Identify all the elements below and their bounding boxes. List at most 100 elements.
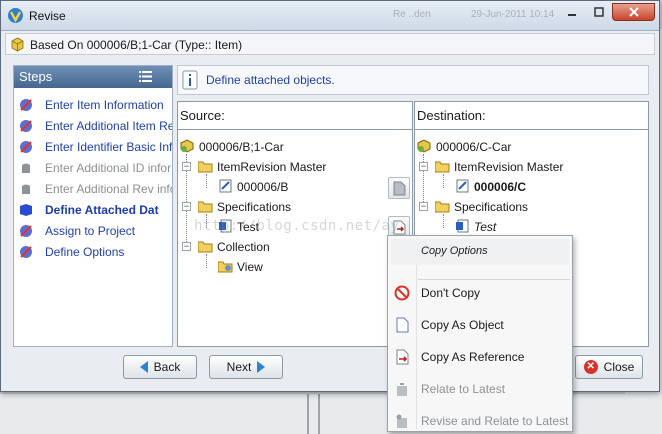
based-on-label: Based On 000006/B;1-Car (Type:: Item) — [30, 38, 243, 52]
step-label: Enter Item Information — [45, 98, 164, 112]
close-circle-icon: ✕ — [583, 360, 598, 374]
step-disabled-icon — [22, 163, 30, 173]
collapse-toggle[interactable]: − — [419, 162, 428, 171]
source-header: Source: — [178, 102, 412, 130]
step-enter-identifier-basic-info[interactable]: Enter Identifier Basic Info — [14, 136, 172, 157]
node-label: Test — [237, 220, 260, 234]
menu-header: Copy Options — [391, 239, 569, 265]
menu-item-copy-as-object[interactable]: Copy As Object — [391, 312, 569, 338]
node-label: 000006/C-Car — [436, 140, 512, 154]
info-icon — [182, 70, 198, 90]
close-label: Close — [603, 360, 635, 374]
back-button[interactable]: Back — [123, 355, 197, 379]
menu-item-label: Revise and Relate to Latest — [421, 414, 569, 428]
teamcenter-app-icon — [8, 8, 23, 23]
document-icon — [393, 181, 406, 196]
folder-icon — [435, 201, 450, 213]
menu-item-label: Copy As Reference — [421, 350, 525, 364]
no-entry-icon — [394, 285, 410, 301]
reference-arrow-icon — [396, 349, 409, 365]
menu-item-label: Don't Copy — [421, 286, 480, 300]
minimize-icon — [567, 14, 576, 16]
item-revision-icon — [417, 139, 431, 153]
info-bar: Define attached objects. — [177, 65, 649, 95]
window-close-button[interactable] — [612, 3, 655, 21]
step-enter-item-info[interactable]: Enter Item Information — [14, 94, 172, 115]
background-divider — [318, 394, 320, 434]
revise-relate-icon — [396, 414, 407, 428]
step-define-attached-data[interactable]: Define Attached Dat — [14, 199, 172, 220]
steps-header: Steps — [14, 66, 172, 88]
destination-header: Destination: — [415, 102, 648, 130]
steps-title: Steps — [19, 69, 53, 84]
word-doc-icon — [219, 219, 232, 233]
folder-icon — [435, 161, 450, 173]
step-label: Define Attached Dat — [45, 203, 159, 217]
node-label: Test — [474, 220, 497, 234]
step-done-icon — [20, 120, 32, 132]
back-arrow-icon — [139, 361, 148, 373]
step-label: Enter Identifier Basic Info — [45, 140, 172, 154]
tree-connector — [206, 174, 207, 188]
tree-connector — [206, 214, 207, 228]
menu-item-label: Relate to Latest — [421, 382, 506, 396]
next-label: Next — [226, 360, 252, 374]
close-button[interactable]: ✕ Close — [575, 355, 643, 379]
minimize-button[interactable] — [558, 3, 585, 21]
item-cube-icon — [11, 37, 24, 52]
step-done-icon — [20, 141, 32, 153]
maximize-button[interactable] — [585, 3, 612, 21]
collapse-toggle[interactable]: − — [182, 202, 191, 211]
list-view-icon[interactable] — [139, 71, 152, 82]
copy-option-button[interactable] — [388, 177, 410, 199]
next-arrow-icon — [257, 361, 266, 373]
close-icon — [628, 7, 639, 17]
node-label: 000006/B;1-Car — [199, 140, 284, 154]
relate-icon — [397, 383, 407, 396]
step-define-options[interactable]: Define Options — [14, 241, 172, 262]
maximize-icon — [593, 7, 604, 17]
title-bar[interactable]: Revise Re ..den 29-Jun-2011 10:14 — [1, 1, 659, 31]
form-icon — [456, 179, 469, 193]
node-label: 000006/B — [237, 180, 289, 194]
node-label: 000006/C — [474, 180, 527, 194]
background-text: 29-Jun-2011 10:14 — [471, 9, 555, 20]
window-title: Revise — [29, 9, 66, 23]
reference-arrow-icon — [393, 220, 406, 235]
back-label: Back — [153, 360, 181, 374]
form-icon — [219, 179, 232, 193]
background-divider — [307, 394, 309, 434]
step-label: Enter Additional Rev info — [45, 182, 172, 196]
view-folder-icon — [218, 261, 233, 273]
source-pane: Source: 000006/B;1-Car − ItemRevision Ma… — [177, 101, 413, 347]
folder-icon — [198, 161, 213, 173]
collapse-toggle[interactable]: − — [419, 202, 428, 211]
menu-item-copy-as-reference[interactable]: Copy As Reference — [391, 344, 569, 370]
folder-icon — [198, 201, 213, 213]
step-done-icon — [20, 246, 32, 258]
node-label: Specifications — [217, 200, 292, 214]
folder-icon — [198, 241, 213, 253]
background-text: Re ..den — [393, 9, 431, 20]
node-label: ItemRevision Master — [454, 160, 564, 174]
word-doc-reference-icon — [456, 219, 469, 233]
node-label: View — [237, 260, 263, 274]
menu-item-revise-and-relate: Revise and Relate to Latest — [391, 408, 569, 434]
step-current-icon — [20, 204, 32, 216]
step-disabled-icon — [22, 184, 30, 194]
next-button[interactable]: Next — [209, 355, 283, 379]
collapse-toggle[interactable]: − — [182, 242, 191, 251]
document-icon — [396, 317, 409, 333]
node-label: ItemRevision Master — [217, 160, 327, 174]
step-label: Define Options — [45, 245, 125, 259]
step-assign-to-project[interactable]: Assign to Project — [14, 220, 172, 241]
step-enter-additional-item-rev[interactable]: Enter Additional Item Re — [14, 115, 172, 136]
step-label: Assign to Project — [45, 224, 136, 238]
collapse-toggle[interactable]: − — [182, 162, 191, 171]
menu-item-dont-copy[interactable]: Don't Copy — [391, 280, 569, 306]
step-enter-additional-id-info: Enter Additional ID infor — [14, 157, 172, 178]
step-enter-additional-rev-info: Enter Additional Rev info — [14, 178, 172, 199]
based-on-bar: Based On 000006/B;1-Car (Type:: Item) — [5, 33, 655, 55]
node-label: Collection — [217, 240, 270, 254]
copy-options-menu: Copy Options Don't Copy Copy As Object C… — [387, 235, 573, 432]
